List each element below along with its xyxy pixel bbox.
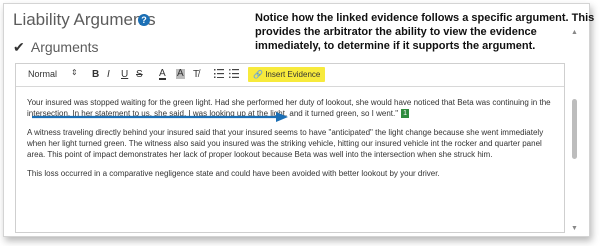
scroll-up-icon[interactable]: ▲ xyxy=(571,29,578,36)
insert-evidence-label: Insert Evidence xyxy=(265,70,321,79)
link-icon: 🔗 xyxy=(253,70,263,79)
font-color-button[interactable]: A xyxy=(159,69,166,80)
strikethrough-button[interactable]: S xyxy=(136,69,143,80)
highlight-button[interactable]: A xyxy=(176,69,185,79)
argument-paragraph: This loss occurred in a comparative negl… xyxy=(27,169,440,178)
check-icon: ✔ xyxy=(13,39,25,55)
scroll-thumb[interactable] xyxy=(572,99,577,159)
clear-format-button[interactable]: T̸ xyxy=(193,69,199,80)
help-icon[interactable]: ? xyxy=(138,14,150,26)
ordered-list-icon[interactable] xyxy=(214,69,224,81)
underline-button[interactable]: U xyxy=(121,69,128,80)
paragraph-style-select[interactable]: Normal xyxy=(28,69,57,79)
editor-scrollbar[interactable]: ▲ ▼ xyxy=(570,29,579,235)
bullet-list-icon[interactable] xyxy=(229,69,239,81)
arguments-section-header[interactable]: ✔ Arguments xyxy=(13,39,99,56)
annotation-callout: Notice how the linked evidence follows a… xyxy=(255,12,595,52)
select-caret-icon[interactable]: ⇕ xyxy=(71,68,78,77)
insert-evidence-button[interactable]: 🔗 Insert Evidence xyxy=(248,67,326,82)
annotation-arrow-icon xyxy=(32,112,288,122)
bold-button[interactable]: B xyxy=(92,69,99,80)
editor-content[interactable]: Your insured was stopped waiting for the… xyxy=(16,87,564,179)
editor-toolbar: Normal ⇕ B I U S A A T̸ 🔗 Insert Evidenc… xyxy=(16,64,564,87)
scroll-down-icon[interactable]: ▼ xyxy=(571,225,578,232)
evidence-link-badge[interactable]: 1 xyxy=(401,109,409,118)
rich-text-editor[interactable]: Normal ⇕ B I U S A A T̸ 🔗 Insert Evidenc… xyxy=(15,63,565,233)
argument-paragraph: A witness traveling directly behind your… xyxy=(27,128,544,159)
panel-title: Liability Arguments xyxy=(13,10,156,29)
italic-button[interactable]: I xyxy=(107,69,110,80)
section-label: Arguments xyxy=(30,39,99,55)
